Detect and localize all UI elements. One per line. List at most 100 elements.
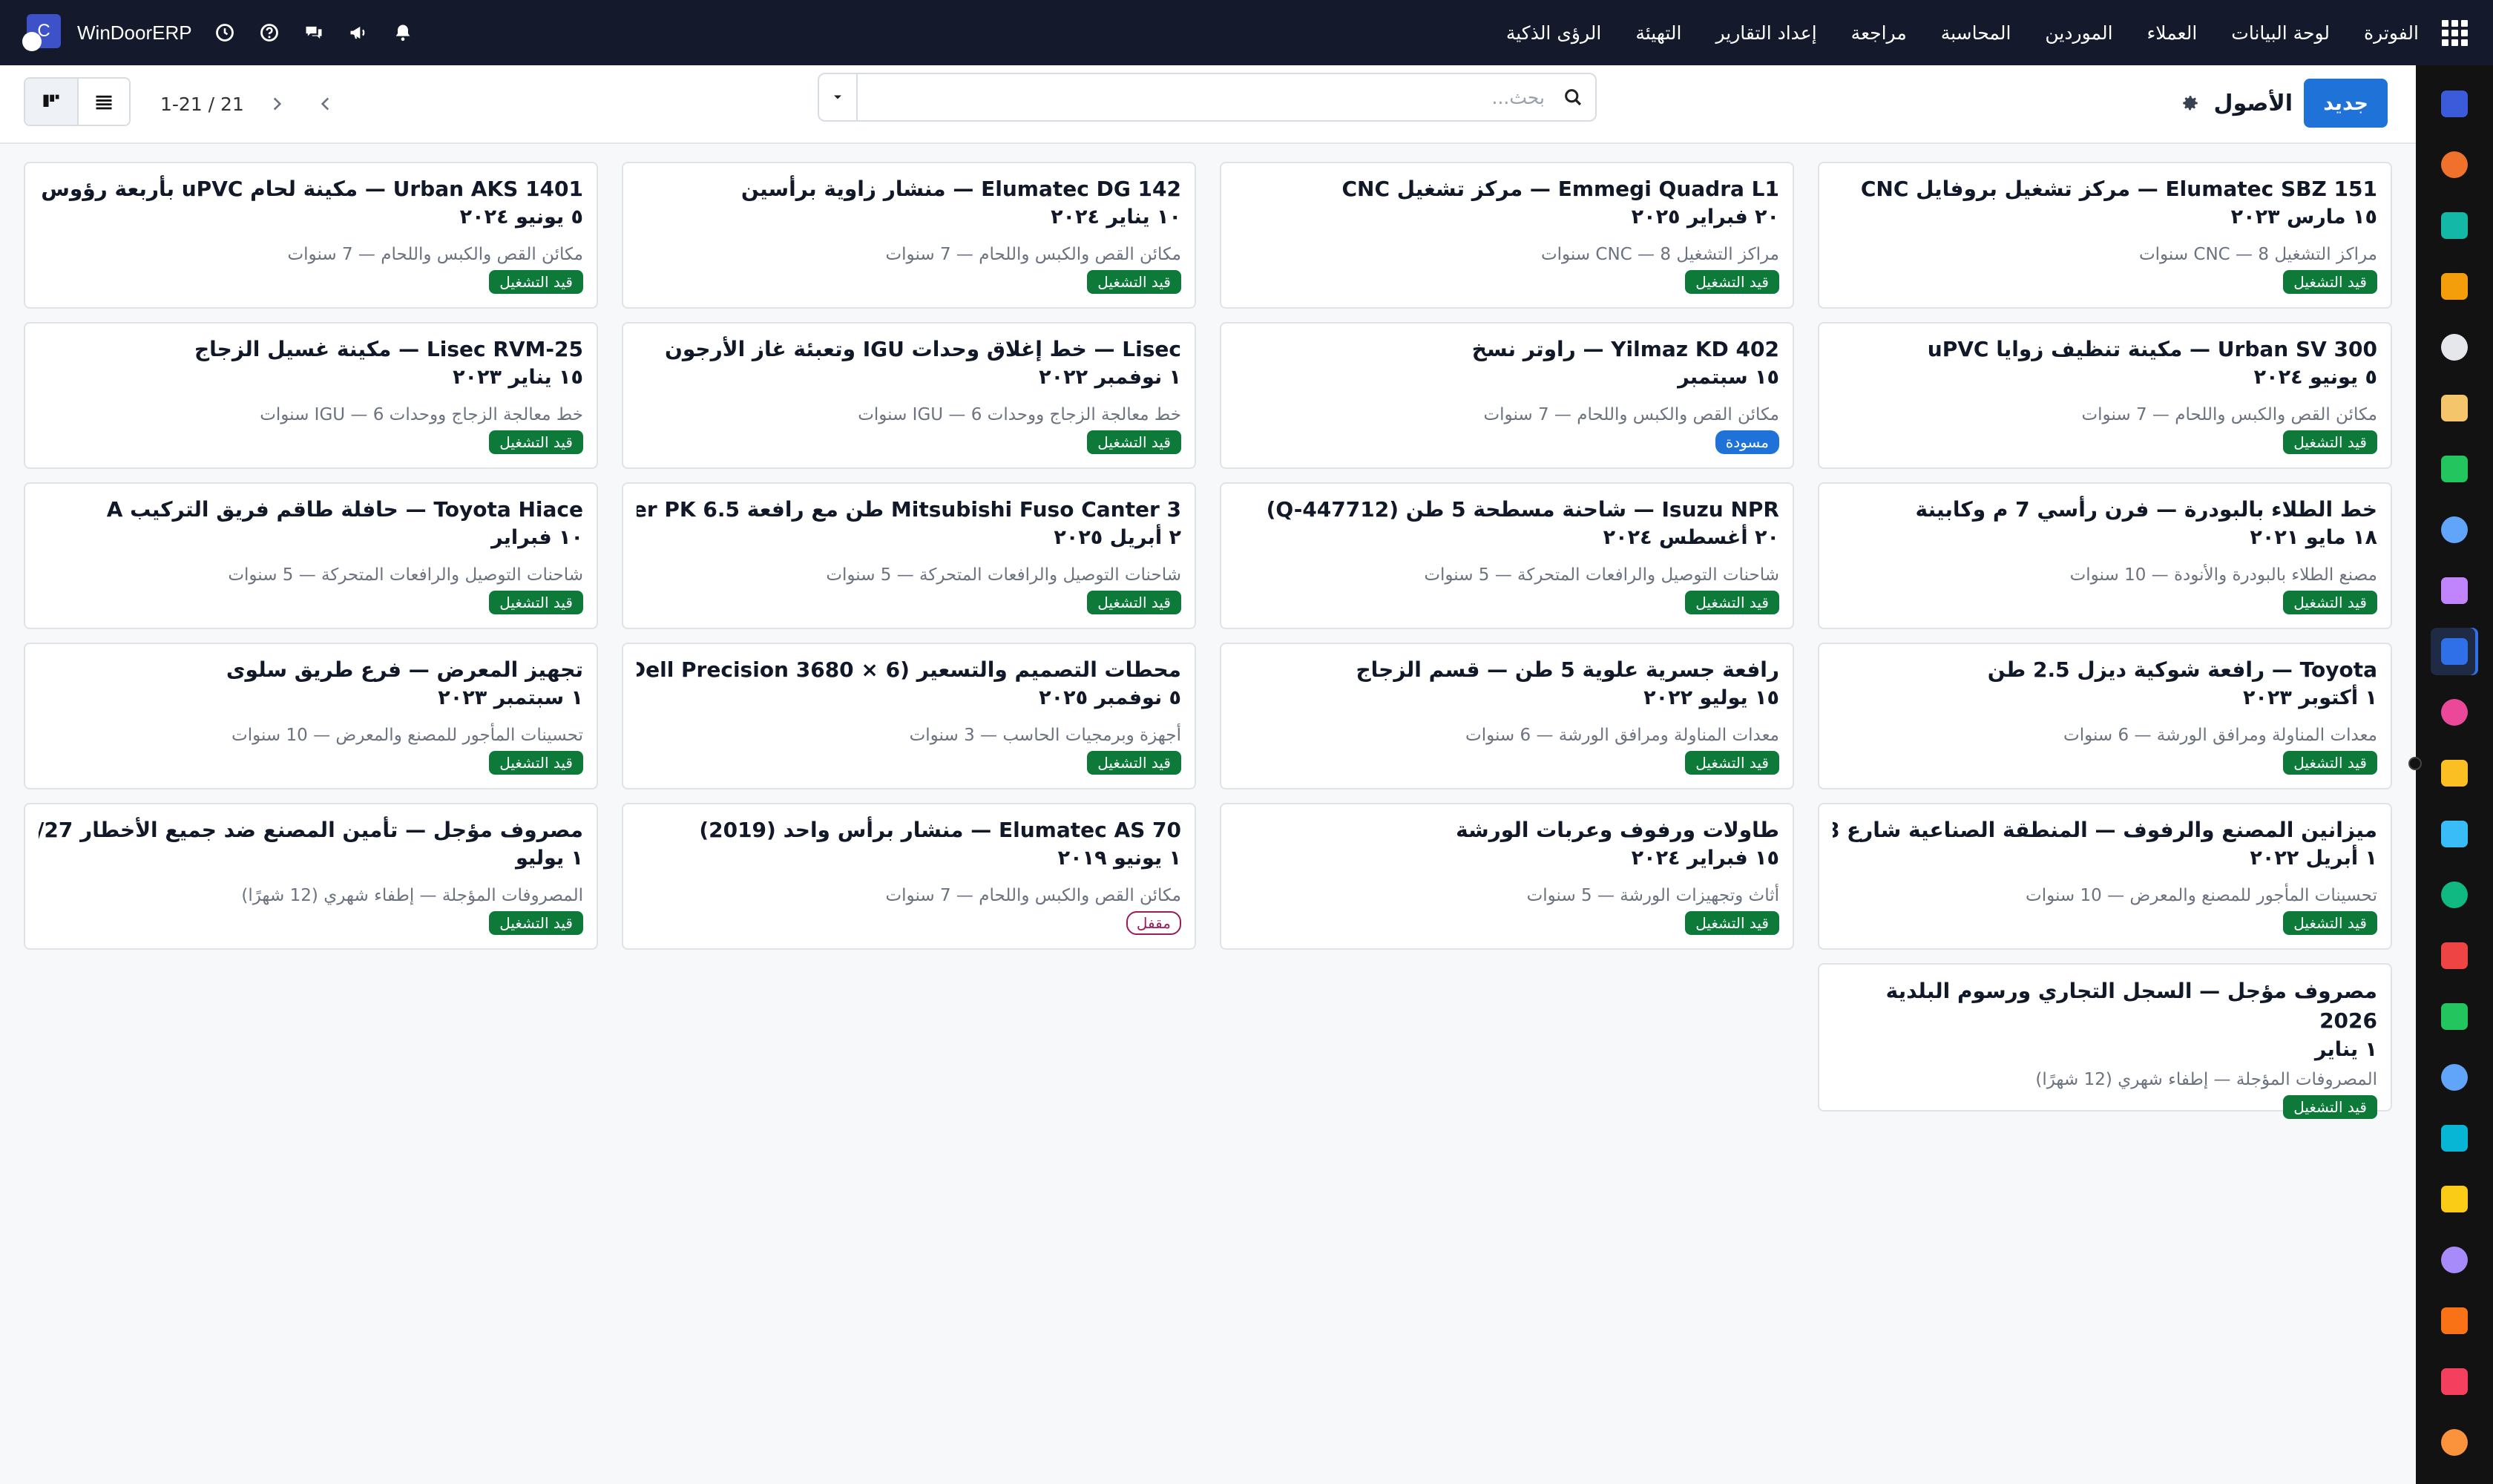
- asset-title: Elumatec DG 142 — منشار زاوية برأسين: [740, 177, 1181, 201]
- asset-acquisition-date: ٥ يونيو ٢٠٢٤: [2253, 366, 2377, 389]
- menu-item-reporting[interactable]: إعداد التقارير: [1715, 22, 1816, 44]
- asset-category: أجهزة وبرمجيات الحاسب — 3 سنوات: [909, 726, 1181, 745]
- asset-acquisition-date: ١٠ فبراير: [490, 526, 583, 549]
- app-switcher-icon[interactable]: [2438, 16, 2471, 49]
- status-badge: قيد التشغيل: [1685, 911, 1779, 935]
- studio-app-icon[interactable]: [2431, 1297, 2478, 1345]
- company-brand[interactable]: WinDoorERP C: [22, 14, 192, 51]
- search-icon[interactable]: [1551, 74, 1595, 120]
- sidebar-toggle-handle[interactable]: [2408, 757, 2422, 770]
- asset-title: Toyota Hiace — حافلة طاقم فريق التركيب A: [106, 497, 583, 522]
- timer-app-glyph: [2441, 1064, 2468, 1091]
- settings-app-icon[interactable]: [2431, 1419, 2478, 1466]
- asset-card[interactable]: Toyota — رافعة شوكية ديزل 2.5 طن ١ أكتوبر…: [1818, 643, 2392, 789]
- asset-card[interactable]: رافعة جسرية علوية 5 طن — قسم الزجاج ١٥ يو…: [1220, 643, 1794, 789]
- help-icon[interactable]: [257, 21, 281, 45]
- menu-item-accounting[interactable]: المحاسبة: [1941, 22, 2011, 44]
- asset-acquisition-date: ١٠ يناير ٢٠٢٤: [1051, 206, 1181, 229]
- asset-card[interactable]: Urban AKS 1401 — مكينة لحام uPVC بأربعة …: [24, 162, 598, 309]
- new-button[interactable]: جديد: [2304, 79, 2388, 128]
- menu-item-ai-insights[interactable]: الرؤى الذكية: [1506, 22, 1601, 44]
- dashboard-app-icon[interactable]: [2431, 932, 2478, 979]
- asset-title: Yilmaz KD 402 — راوتر نسخ: [1471, 337, 1779, 361]
- chart-app-icon[interactable]: [2431, 1358, 2478, 1405]
- calendar-app-icon[interactable]: [2431, 749, 2478, 797]
- asset-acquisition-date: ٢٠ فبراير ٢٠٢٥: [1631, 206, 1779, 229]
- gear-icon[interactable]: [2180, 93, 2201, 114]
- mail-app-icon[interactable]: [2431, 80, 2478, 128]
- package-app-icon[interactable]: [2431, 324, 2478, 371]
- asset-acquisition-date: ١٥ يناير ٢٠٢٣: [453, 366, 583, 389]
- search-bar: [818, 73, 1597, 122]
- pager-value[interactable]: 1-21 / 21: [156, 93, 249, 115]
- bell-icon[interactable]: [391, 21, 415, 45]
- asset-card[interactable]: مصروف مؤجل — تأمين المصنع ضد جميع الأخطا…: [24, 803, 598, 950]
- asset-card[interactable]: Emmegi Quadra L1 — مركز تشغيل CNC ٢٠ فبرا…: [1220, 162, 1794, 309]
- contacts-app-icon[interactable]: [2431, 871, 2478, 919]
- asset-card[interactable]: محطات التصميم والتسعير (6 × Dell Precisi…: [622, 643, 1196, 789]
- messaging-app-icon[interactable]: [2431, 1175, 2478, 1223]
- asset-card[interactable]: Elumatec DG 142 — منشار زاوية برأسين ١٠ ي…: [622, 162, 1196, 309]
- assets-app-glyph: [2441, 638, 2468, 665]
- stripe-app-icon[interactable]: [2431, 1236, 2478, 1284]
- menu-item-customers[interactable]: العملاء: [2147, 22, 2198, 44]
- knowledge-app-icon[interactable]: [2431, 506, 2478, 554]
- asset-card[interactable]: Lisec — خط إغلاق وحدات IGU وتعبئة غاز ال…: [622, 322, 1196, 469]
- archive-app-icon[interactable]: [2431, 567, 2478, 614]
- asset-category: خط معالجة الزجاج ووحدات IGU — 6 سنوات: [858, 405, 1181, 424]
- menu-item-review[interactable]: مراجعة: [1851, 22, 1907, 44]
- media-app-icon[interactable]: [2431, 384, 2478, 432]
- asset-acquisition-date: ٥ نوفمبر ٢٠٢٥: [1039, 686, 1181, 709]
- timer-app-icon[interactable]: [2431, 1054, 2478, 1101]
- menu-item-invoicing[interactable]: الفوترة: [2364, 22, 2419, 44]
- systray: [213, 21, 415, 45]
- kanban-view-button[interactable]: [25, 79, 77, 125]
- asset-card[interactable]: Urban SV 300 — مكينة تنظيف زوايا uPVC ٥ ي…: [1818, 322, 2392, 469]
- status-badge: قيد التشغيل: [489, 430, 583, 454]
- whatsapp-app-icon[interactable]: [2431, 993, 2478, 1040]
- search-options-toggle[interactable]: [819, 74, 858, 120]
- sign-app-icon[interactable]: [2431, 810, 2478, 858]
- megaphone-icon[interactable]: [346, 21, 370, 45]
- asset-card[interactable]: Mitsubishi Fuso Canter 3 طن مع رافعة Pal…: [622, 482, 1196, 629]
- messaging-app-glyph: [2441, 1186, 2468, 1212]
- search-input[interactable]: [858, 74, 1551, 120]
- asset-card[interactable]: تجهيز المعرض — فرع طريق سلوى ١ سبتمبر ٢٠٢…: [24, 643, 598, 789]
- employees-app-icon[interactable]: [2431, 689, 2478, 736]
- asset-card[interactable]: ميزانين المصنع والرفوف — المنطقة الصناعي…: [1818, 803, 2392, 950]
- tasks-app-glyph: [2441, 456, 2468, 482]
- pager-next-button[interactable]: [256, 83, 298, 125]
- tasks-app-icon[interactable]: [2431, 445, 2478, 493]
- asset-card[interactable]: خط الطلاء بالبودرة — فرن رأسي 7 م وكابين…: [1818, 482, 2392, 629]
- list-view-button[interactable]: [77, 79, 129, 125]
- asset-card[interactable]: Lisec RVM-25 — مكينة غسيل الزجاج ١٥ يناير…: [24, 322, 598, 469]
- analytics-app-icon[interactable]: [2431, 263, 2478, 310]
- asset-card[interactable]: مصروف مؤجل — السجل التجاري ورسوم البلدية…: [1818, 963, 2392, 1119]
- asset-category: شاحنات التوصيل والرافعات المتحركة — 5 سن…: [826, 565, 1181, 585]
- menu-item-vendors[interactable]: الموردين: [2045, 22, 2112, 44]
- asset-acquisition-date: ٢٠ أغسطس ٢٠٢٤: [1603, 526, 1779, 549]
- asset-card[interactable]: طاولات ورفوف وعربات الورشة ١٥ فبراير ٢٠٢٤…: [1220, 803, 1794, 950]
- asset-title: Elumatec AS 70 — منشار برأس واحد (2019): [699, 818, 1181, 842]
- chat-icon[interactable]: [302, 21, 326, 45]
- menu-item-configuration[interactable]: التهيئة: [1635, 22, 1681, 44]
- clock-icon[interactable]: [213, 21, 237, 45]
- asset-card[interactable]: Elumatec SBZ 151 — مركز تشغيل بروفايل CN…: [1818, 162, 2392, 309]
- media-app-glyph: [2441, 395, 2468, 421]
- asset-category: مكائن القص والكبس واللحام — 7 سنوات: [2081, 405, 2377, 424]
- website-app-icon[interactable]: [2431, 1114, 2478, 1162]
- asset-card[interactable]: Toyota Hiace — حافلة طاقم فريق التركيب A…: [24, 482, 598, 629]
- asset-card[interactable]: Yilmaz KD 402 — راوتر نسخ ١٥ سبتمبر مكائن …: [1220, 322, 1794, 469]
- page-title: الأصول: [2213, 90, 2293, 116]
- status-badge: قيد التشغيل: [1685, 591, 1779, 614]
- asset-category: تحسينات المأجور للمصنع والمعرض — 10 سنوا…: [231, 726, 583, 745]
- pager-previous-button[interactable]: [305, 83, 346, 125]
- asset-title: Lisec RVM-25 — مكينة غسيل الزجاج: [194, 337, 583, 361]
- discuss-app-icon[interactable]: [2431, 141, 2478, 188]
- menu-item-dashboard[interactable]: لوحة البيانات: [2231, 22, 2330, 44]
- assets-app-icon[interactable]: [2431, 628, 2478, 675]
- status-badge: قيد التشغيل: [2283, 430, 2377, 454]
- asset-card[interactable]: Elumatec AS 70 — منشار برأس واحد (2019) ١…: [622, 803, 1196, 950]
- inventory-app-icon[interactable]: [2431, 202, 2478, 249]
- asset-card[interactable]: Isuzu NPR — شاحنة مسطحة 5 طن (Q-447712) ٢…: [1220, 482, 1794, 629]
